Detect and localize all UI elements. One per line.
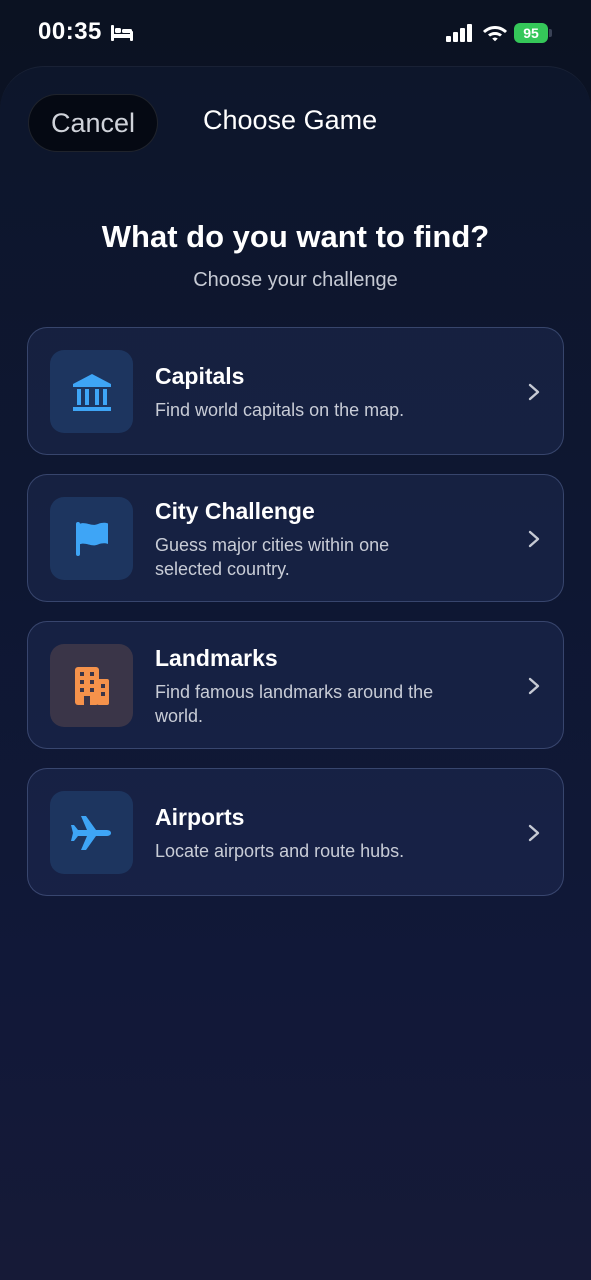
airports-icon-box: [50, 791, 133, 874]
option-description: Find famous landmarks around the world.: [155, 682, 434, 726]
battery-icon: 95: [514, 23, 552, 43]
option-card-capitals[interactable]: Capitals Find world capitals on the map.: [27, 327, 564, 455]
chevron-right-icon: [528, 383, 540, 401]
capitol-building-icon: [72, 373, 111, 411]
option-card-airports[interactable]: Airports Locate airports and route hubs.: [27, 768, 564, 896]
option-card-city-challenge[interactable]: City Challenge Guess major cities within…: [27, 474, 564, 602]
option-title: Landmarks: [155, 645, 278, 671]
option-card-landmarks[interactable]: Landmarks Find famous landmarks around t…: [27, 621, 564, 749]
chevron-right-icon: [528, 824, 540, 842]
flag-icon: [75, 521, 108, 556]
option-description: Guess major cities within one selected c…: [155, 535, 390, 579]
airplane-icon: [70, 815, 111, 850]
option-title: Capitals: [155, 363, 245, 389]
option-description: Locate airports and route hubs.: [155, 841, 405, 861]
city-challenge-icon-box: [50, 497, 133, 580]
landmarks-icon-box: [50, 644, 133, 727]
page-title: Choose Game: [203, 105, 378, 135]
capitals-icon-box: [50, 350, 133, 433]
cancel-button[interactable]: Cancel: [28, 94, 158, 152]
chevron-right-icon: [528, 677, 540, 695]
battery-cap: [549, 29, 552, 37]
wifi-icon: [483, 26, 507, 42]
status-time: 00:35: [38, 18, 102, 45]
option-description: Find world capitals on the map.: [155, 400, 405, 420]
section-subheading: Choose your challenge: [193, 269, 398, 291]
option-title: City Challenge: [155, 498, 315, 524]
status-bar: 00:35 95: [0, 0, 591, 66]
chevron-right-icon: [528, 530, 540, 548]
screen: 00:35 95 Cancel Choose Game What do you …: [0, 0, 591, 1280]
battery-level: 95: [514, 23, 548, 43]
option-title: Airports: [155, 804, 245, 830]
choose-game-sheet: Cancel Choose Game What do you want to f…: [0, 66, 591, 1280]
bed-icon: [111, 25, 133, 41]
building-icon: [74, 666, 109, 705]
cellular-signal-icon: [446, 24, 472, 42]
section-heading: What do you want to find?: [101, 219, 490, 254]
